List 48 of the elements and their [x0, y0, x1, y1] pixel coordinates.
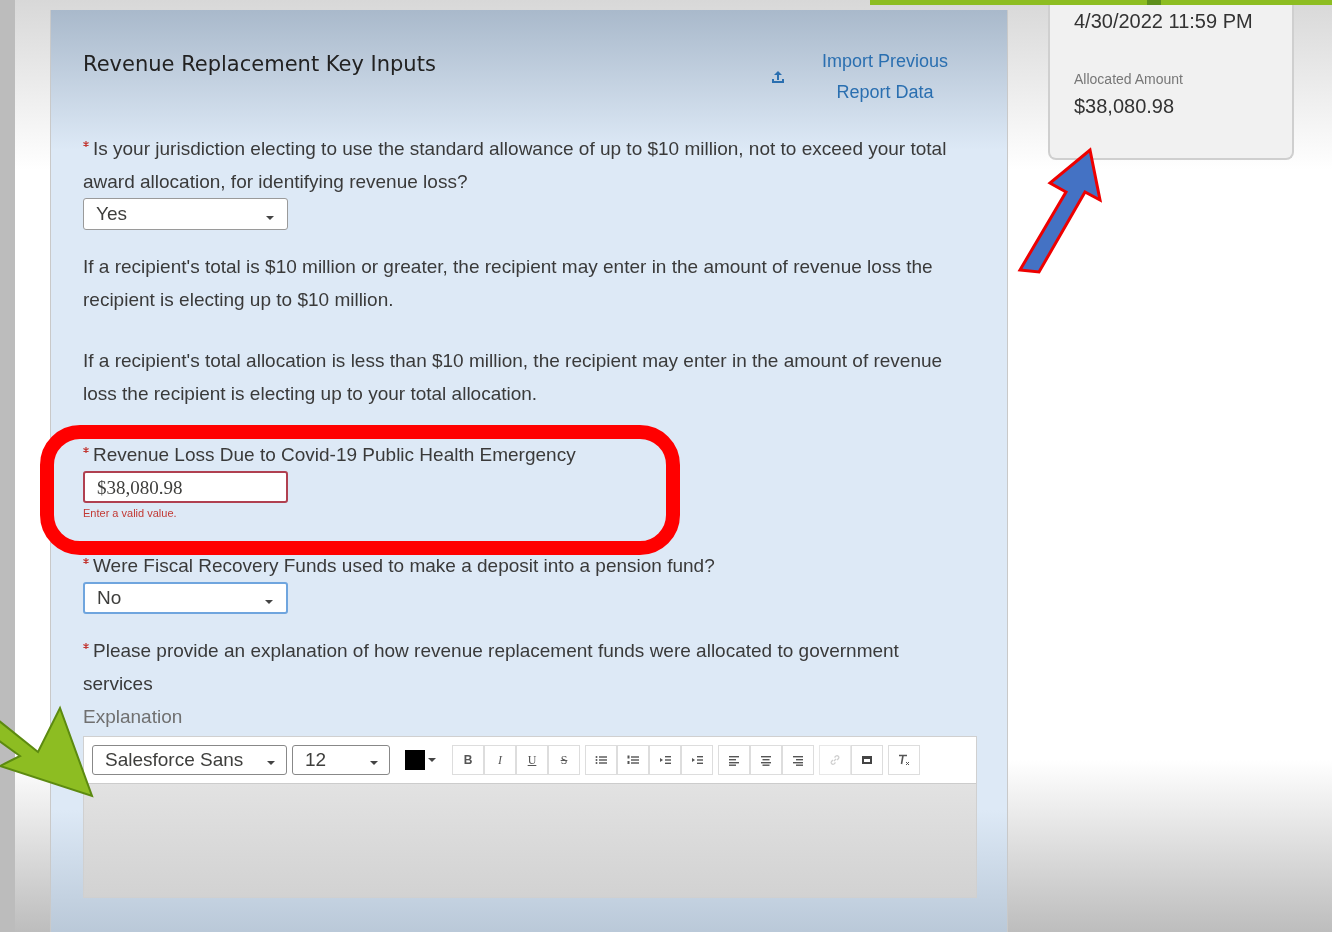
field-label: Were Fiscal Recovery Funds used to make a deposit into a pension fund?: [93, 555, 715, 576]
align-center-button[interactable]: [750, 745, 782, 775]
field-label: Is your jurisdiction electing to use the standard allowance of up to $10 million, not to exceed your total award allocation, for identifying revenue loss?: [83, 138, 947, 192]
upload-icon: [771, 70, 785, 84]
caret-icon: [427, 757, 437, 763]
outdent-button[interactable]: [649, 745, 681, 775]
paragraph: If a recipient's total is $10 million or greater, the recipient may enter in the amount of revenue loss the recipient is electing up to $10 million.: [83, 255, 934, 312]
bullet-list-button[interactable]: [585, 745, 617, 775]
align-left-icon: [728, 754, 740, 766]
numbered-list-button[interactable]: [617, 745, 649, 775]
align-left-button[interactable]: [718, 745, 750, 775]
font-dropdown[interactable]: Salesforce Sans: [92, 745, 287, 775]
format-button[interactable]: U: [516, 745, 548, 775]
outdent-icon: [659, 754, 671, 766]
allocated-amount: $38,080.98: [1074, 95, 1176, 118]
rich-text-editor[interactable]: Salesforce Sans 12 B I U S: [83, 736, 977, 898]
field-label: Revenue Loss Due to Covid-19 Public Health Emergency: [93, 444, 576, 465]
error-message: Enter a valid value.: [83, 507, 178, 519]
format-button[interactable]: I: [484, 745, 516, 775]
link-icon: [829, 754, 841, 766]
panel-title: Revenue Replacement Key Inputs: [83, 52, 436, 76]
import-link[interactable]: Import Previous Report Data: [815, 46, 955, 108]
paragraph: If a recipient's total allocation is less than $10 million, the recipient may enter in the amount of revenue loss the recipient is electing up to your total allocation.: [83, 349, 944, 406]
size-dropdown[interactable]: 12: [292, 745, 390, 775]
field-label: Please provide an explanation of how revenue replacement funds were allocated to government services: [83, 640, 899, 694]
indent-button[interactable]: [681, 745, 713, 775]
select-field[interactable]: No: [83, 582, 288, 614]
format-button[interactable]: S: [548, 745, 580, 775]
image-icon: [861, 754, 873, 766]
numbered-list-icon: [627, 754, 639, 766]
caret-icon: [265, 215, 275, 221]
select-field[interactable]: Yes: [83, 198, 288, 230]
clear-formatting-button[interactable]: [888, 745, 920, 775]
image-button[interactable]: [851, 745, 883, 775]
align-right-button[interactable]: [782, 745, 814, 775]
editor-label: Explanation: [83, 706, 184, 728]
caret-icon: [264, 599, 274, 605]
amount-label: Allocated Amount: [1074, 71, 1184, 87]
clear-formatting-icon: [898, 754, 910, 766]
input-field[interactable]: $38,080.98: [83, 471, 288, 503]
format-button[interactable]: B: [452, 745, 484, 775]
caret-icon: [369, 760, 379, 766]
caret-icon: [266, 760, 276, 766]
align-center-icon: [760, 754, 772, 766]
align-right-icon: [792, 754, 804, 766]
deadline-date: 4/30/2022 11:59 PM: [1074, 10, 1254, 33]
bullet-list-icon: [595, 754, 607, 766]
indent-icon: [691, 754, 703, 766]
